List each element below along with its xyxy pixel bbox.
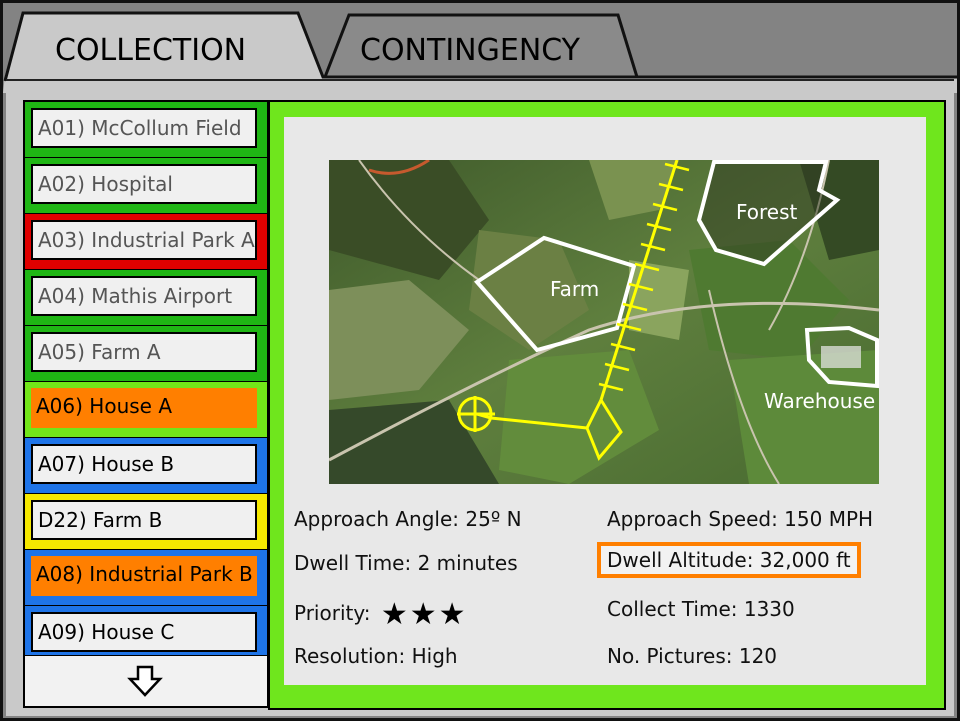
tab-contingency-label: CONTINGENCY: [360, 33, 581, 68]
star-icon: ★: [438, 597, 466, 632]
list-item[interactable]: A03) Industrial Park A: [25, 214, 267, 270]
map-label-warehouse: Warehouse: [764, 389, 876, 413]
approach-angle: Approach Angle: 25º N: [294, 507, 522, 531]
approach-speed: Approach Speed: 150 MPH: [607, 507, 874, 531]
list-item-label: A01) McCollum Field: [31, 108, 257, 148]
tab-collection-label: COLLECTION: [55, 33, 247, 68]
no-pictures: No. Pictures: 120: [607, 644, 778, 668]
list-item-selected[interactable]: A06) House A: [25, 382, 267, 438]
detail-panel: Forest Farm Warehouse Approach Angle: 25…: [268, 100, 946, 710]
arrow-down-icon: [127, 665, 163, 697]
list-item[interactable]: A09) House C: [25, 606, 267, 656]
star-icon: ★: [380, 597, 408, 632]
target-map[interactable]: Forest Farm Warehouse: [329, 160, 879, 484]
collect-time: Collect Time: 1330: [607, 597, 795, 621]
tab-collection[interactable]: COLLECTION: [23, 11, 299, 81]
list-item-label: A03) Industrial Park A: [31, 220, 257, 260]
priority-stars: ★★★: [381, 597, 468, 632]
list-item[interactable]: A02) Hospital: [25, 158, 267, 214]
app-window: COLLECTION CONTINGENCY A01) McCollum Fie…: [0, 0, 960, 721]
tab-contingency[interactable]: CONTINGENCY: [333, 11, 623, 81]
dwell-time: Dwell Time: 2 minutes: [294, 551, 518, 575]
list-item[interactable]: A05) Farm A: [25, 326, 267, 382]
scroll-down-button[interactable]: [25, 656, 267, 706]
list-item-label: A04) Mathis Airport: [31, 276, 257, 316]
list-item[interactable]: A08) Industrial Park B: [25, 550, 267, 606]
target-list: A01) McCollum Field A02) Hospital A03) I…: [23, 100, 269, 708]
list-item[interactable]: A04) Mathis Airport: [25, 270, 267, 326]
detail-content: Forest Farm Warehouse Approach Angle: 25…: [284, 117, 926, 685]
list-item[interactable]: A01) McCollum Field: [25, 102, 267, 158]
list-item-label: A07) House B: [31, 444, 257, 484]
dwell-altitude: Dwell Altitude: 32,000 ft: [597, 542, 861, 578]
map-label-farm: Farm: [550, 277, 600, 301]
list-item[interactable]: A07) House B: [25, 438, 267, 494]
list-item-label: A06) House A: [31, 388, 257, 428]
map-label-forest: Forest: [736, 200, 798, 224]
collection-panel: A01) McCollum Field A02) Hospital A03) I…: [6, 79, 954, 716]
list-item[interactable]: D22) Farm B: [25, 494, 267, 550]
list-item-label: D22) Farm B: [31, 500, 257, 540]
priority: Priority: ★★★: [294, 597, 468, 632]
resolution: Resolution: High: [294, 644, 458, 668]
list-item-label: A09) House C: [31, 612, 257, 652]
star-icon: ★: [409, 597, 437, 632]
list-item-label: A02) Hospital: [31, 164, 257, 204]
list-item-label: A08) Industrial Park B: [31, 556, 257, 596]
list-item-label: A05) Farm A: [31, 332, 257, 372]
priority-label: Priority:: [294, 601, 371, 625]
